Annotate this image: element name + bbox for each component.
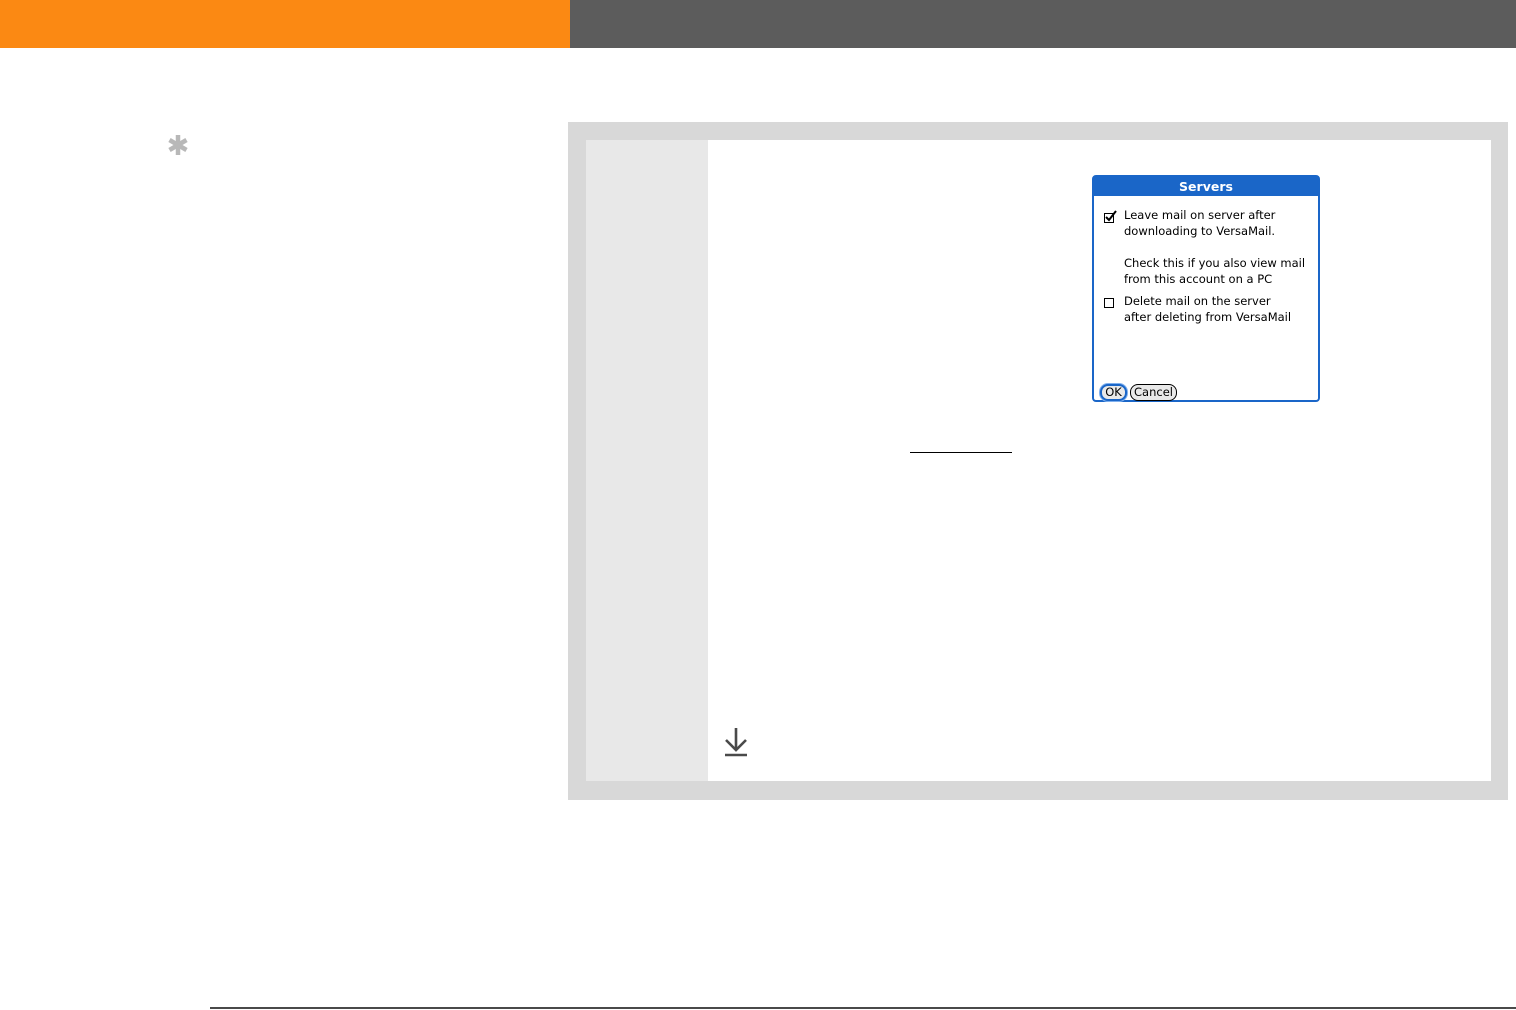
cancel-button[interactable]: Cancel: [1130, 384, 1177, 401]
ok-button[interactable]: OK: [1100, 384, 1127, 401]
link-underline[interactable]: [910, 452, 1012, 453]
delete-mail-label-line2[interactable]: after deleting from VersaMail: [1124, 309, 1291, 325]
header-gray-bar: [570, 0, 1516, 48]
step-number-column: [586, 140, 708, 781]
delete-mail-label-line1[interactable]: Delete mail on the server: [1124, 293, 1271, 309]
footer-divider: [210, 1007, 1516, 1009]
leave-mail-label-line2[interactable]: downloading to VersaMail.: [1124, 223, 1275, 239]
hint-text-line1: Check this if you also view mail: [1124, 256, 1306, 270]
servers-dialog: Servers Leave mail on server after downl…: [1092, 175, 1320, 402]
asterisk-icon: [164, 128, 194, 162]
dialog-title: Servers: [1094, 177, 1318, 196]
hint-text-line2: from this account on a PC: [1124, 272, 1273, 286]
leave-mail-checkbox[interactable]: [1104, 210, 1117, 223]
header-orange-bar: [0, 0, 570, 48]
checkmark-icon: [1105, 210, 1117, 222]
down-arrow-to-bar-icon[interactable]: [722, 726, 752, 760]
delete-mail-checkbox[interactable]: [1104, 298, 1114, 308]
leave-mail-label-line1[interactable]: Leave mail on server after: [1124, 207, 1275, 223]
